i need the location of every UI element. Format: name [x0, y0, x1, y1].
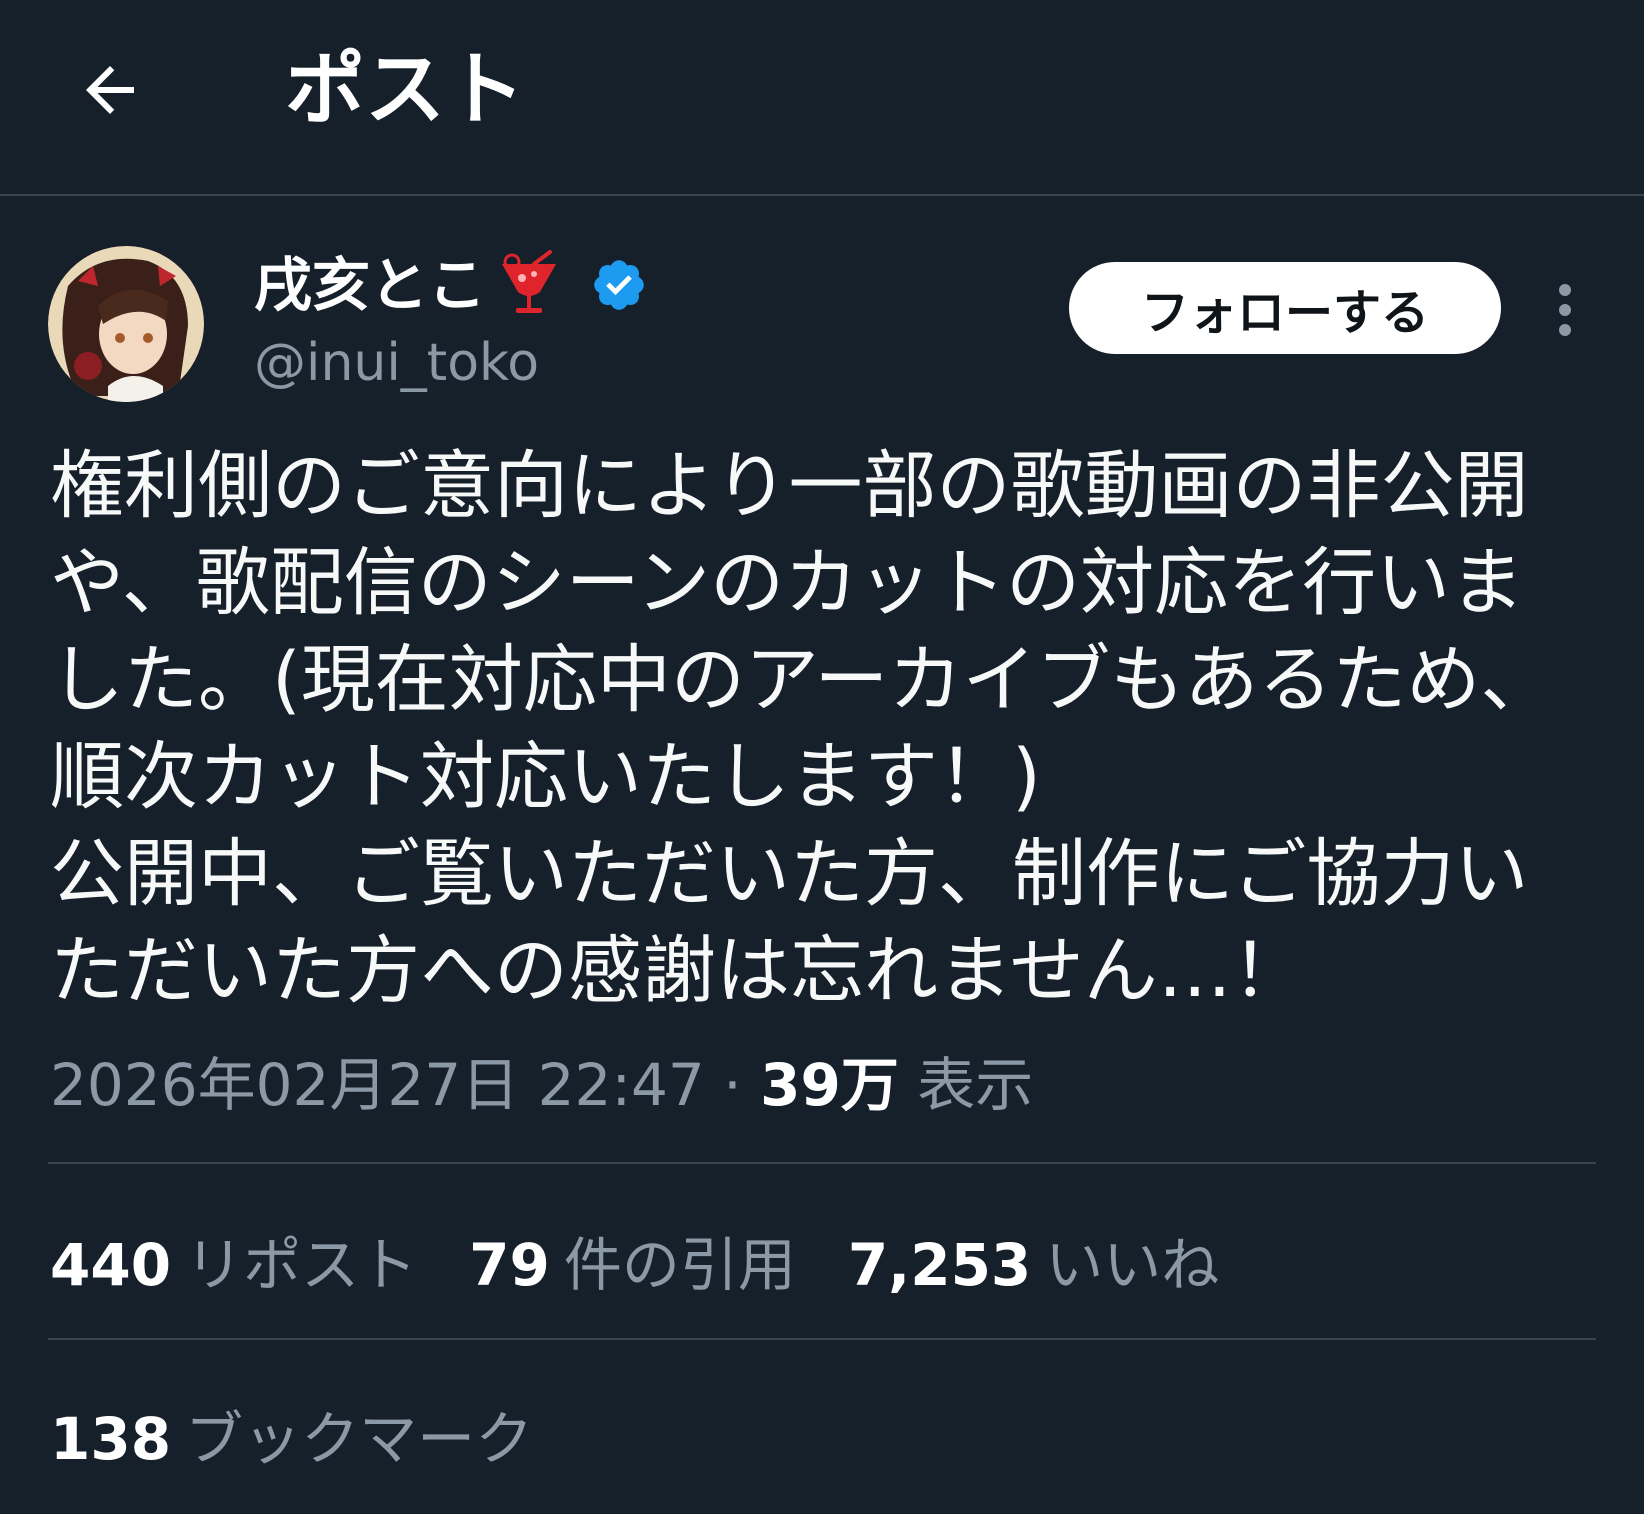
views-label: 表示 [917, 1051, 1034, 1119]
post-text-line: 順次カット対応いたします！) [50, 734, 1041, 820]
bookmarks-label: ブックマーク [185, 1405, 534, 1473]
post-timestamp[interactable]: 2026年02月27日 22:47 [50, 1051, 705, 1119]
post-text-line: 公開中、ご覧いただいた方、制作にご協力い [50, 831, 1529, 917]
likes-count: 7,253 [847, 1231, 1032, 1299]
reposts-label: リポスト [185, 1231, 418, 1299]
bookmarks-stats: 138 ブックマーク [50, 1399, 585, 1479]
post-meta: 2026年02月27日 22:47 · 39万 表示 [50, 1045, 1033, 1125]
bookmarks-stat[interactable]: 138 ブックマーク [50, 1399, 533, 1479]
engagement-stats: 440 リポスト 79 件の引用 7,253 いいね [50, 1225, 1271, 1305]
follow-button[interactable]: フォローする [1069, 262, 1501, 354]
divider [48, 1162, 1596, 1164]
quotes-stat[interactable]: 79 件の引用 [469, 1225, 796, 1305]
post-text-line: ただいた方への感謝は忘れません…！ [50, 928, 1306, 1014]
author-handle[interactable]: @inui_toko [254, 328, 539, 398]
post-text-line: 権利側のご意向により一部の歌動画の非公開 [50, 443, 1529, 529]
views-count: 39万 [760, 1051, 899, 1119]
page-title: ポスト [285, 43, 525, 136]
post-text-line: した。(現在対応中のアーカイブもあるため、 [50, 637, 1555, 723]
avatar-image [48, 246, 204, 402]
top-bar: ポスト [0, 0, 1644, 196]
likes-stat[interactable]: 7,253 いいね [848, 1225, 1219, 1305]
reposts-count: 440 [50, 1231, 172, 1299]
avatar[interactable] [48, 246, 204, 402]
display-name[interactable]: 戌亥とこ [254, 245, 486, 325]
arrow-left-icon [86, 66, 134, 114]
more-vertical-icon [1559, 284, 1571, 336]
likes-label: いいね [1045, 1231, 1220, 1299]
meta-separator: · [704, 1051, 761, 1119]
author-name-row: 戌亥とこ [254, 245, 648, 325]
bookmarks-count: 138 [50, 1405, 172, 1473]
quotes-label: 件の引用 [563, 1231, 796, 1299]
quotes-count: 79 [469, 1231, 550, 1299]
divider [48, 1338, 1596, 1340]
verified-badge-icon [590, 256, 648, 314]
post-text-line: や、歌配信のシーンのカットの対応を行いま [50, 540, 1525, 626]
cocktail-emoji [494, 250, 564, 320]
more-options-button[interactable] [1540, 270, 1590, 350]
reposts-stat[interactable]: 440 リポスト [50, 1225, 417, 1305]
post-text: 権利側のご意向により一部の歌動画の非公開 や、歌配信のシーンのカットの対応を行い… [50, 438, 1610, 1020]
back-button[interactable] [70, 50, 150, 130]
